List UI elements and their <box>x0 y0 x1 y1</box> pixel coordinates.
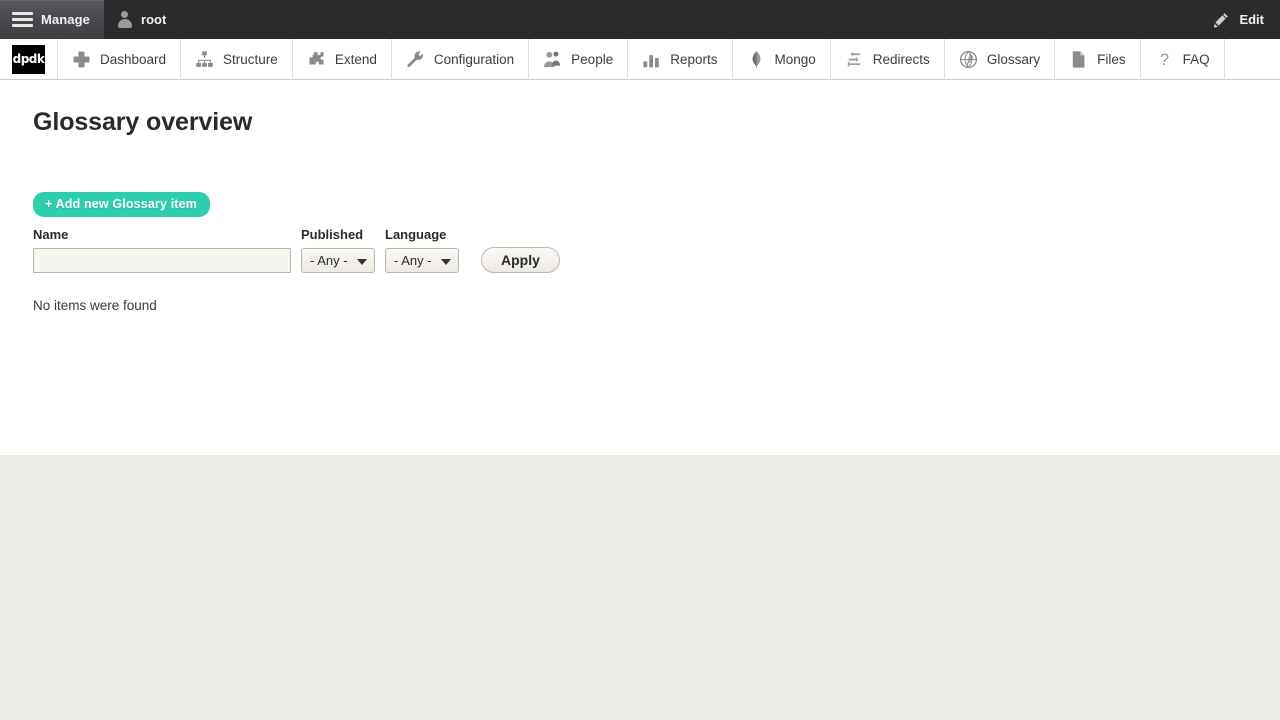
filter-published-select[interactable]: - Any - <box>301 248 375 273</box>
filter-language-select[interactable]: - Any - <box>385 248 459 273</box>
admin-menu-bar: dpdk Dashboard Structure Extend Configur… <box>0 39 1280 80</box>
menu-item-files-label: Files <box>1097 52 1126 67</box>
filter-name-label: Name <box>33 227 69 242</box>
menu-item-glossary-label: Glossary <box>986 52 1041 67</box>
filter-name-input[interactable] <box>33 248 291 273</box>
admin-bar-spacer <box>180 0 1201 39</box>
menu-item-mongo-label: Mongo <box>774 52 816 67</box>
site-logo: dpdk <box>12 44 45 74</box>
plus-icon <box>72 50 91 69</box>
menu-item-configuration-label: Configuration <box>433 52 515 67</box>
menu-item-faq[interactable]: ? FAQ <box>1141 39 1225 80</box>
globe-icon <box>959 50 978 69</box>
site-logo-button[interactable]: dpdk <box>0 39 58 79</box>
apply-filters-button[interactable]: Apply <box>481 247 560 273</box>
filter-published-label: Published <box>301 227 364 242</box>
menu-item-redirects[interactable]: Redirects <box>831 39 945 80</box>
menu-item-dashboard-label: Dashboard <box>100 52 167 67</box>
edit-mode-button[interactable]: Edit <box>1201 0 1280 39</box>
mongo-leaf-icon <box>747 50 766 69</box>
hamburger-icon <box>12 12 33 27</box>
menu-item-extend-label: Extend <box>334 52 377 67</box>
filter-name-group: Name <box>33 227 291 273</box>
menu-item-mongo[interactable]: Mongo <box>733 39 831 80</box>
empty-results-message: No items were found <box>33 298 157 313</box>
page-background-area <box>0 455 1280 720</box>
menu-item-faq-label: FAQ <box>1182 52 1210 67</box>
sitemap-icon <box>195 50 214 69</box>
pencil-icon <box>1213 12 1229 28</box>
question-mark-icon: ? <box>1155 50 1174 69</box>
menu-item-files[interactable]: Files <box>1055 39 1141 80</box>
menu-item-people-label: People <box>571 52 614 67</box>
menu-item-reports-label: Reports <box>670 52 718 67</box>
menu-item-dashboard[interactable]: Dashboard <box>58 39 182 80</box>
page-content: Glossary overview + Add new Glossary ite… <box>0 80 1280 455</box>
glossary-filter-form: Name Published - Any - Language - Any - … <box>33 227 1247 273</box>
puzzle-icon <box>307 50 326 69</box>
edit-mode-label: Edit <box>1239 12 1264 27</box>
filter-published-group: Published - Any - <box>301 227 375 273</box>
admin-toolbar: Manage root Edit <box>0 0 1280 39</box>
filter-published-value: - Any - <box>310 253 348 268</box>
redirect-arrows-icon <box>845 50 864 69</box>
user-icon <box>116 11 133 28</box>
filter-language-value: - Any - <box>394 253 432 268</box>
account-menu-button[interactable]: root <box>104 0 180 39</box>
menu-item-empty <box>1225 39 1280 79</box>
manage-menu-label: Manage <box>41 12 91 27</box>
filter-language-group: Language - Any - <box>385 227 459 273</box>
manage-menu-button[interactable]: Manage <box>0 0 105 39</box>
page-title: Glossary overview <box>33 108 253 136</box>
menu-item-reports[interactable]: Reports <box>628 39 733 80</box>
chevron-down-icon <box>441 258 451 265</box>
filter-language-label: Language <box>385 227 447 242</box>
bar-chart-icon <box>642 50 661 69</box>
people-icon <box>543 50 562 69</box>
menu-item-redirects-label: Redirects <box>872 52 930 67</box>
menu-item-configuration[interactable]: Configuration <box>392 39 530 80</box>
chevron-down-icon <box>357 258 367 265</box>
menu-item-structure-label: Structure <box>223 52 278 67</box>
svg-text:?: ? <box>1160 51 1169 69</box>
menu-item-people[interactable]: People <box>529 39 629 80</box>
menu-item-extend[interactable]: Extend <box>293 39 392 80</box>
account-menu-label: root <box>141 12 167 27</box>
menu-item-structure[interactable]: Structure <box>181 39 293 80</box>
file-icon <box>1069 50 1088 69</box>
wrench-icon <box>406 50 425 69</box>
add-new-glossary-item-button[interactable]: + Add new Glossary item <box>33 192 210 217</box>
menu-item-glossary[interactable]: Glossary <box>945 39 1056 80</box>
